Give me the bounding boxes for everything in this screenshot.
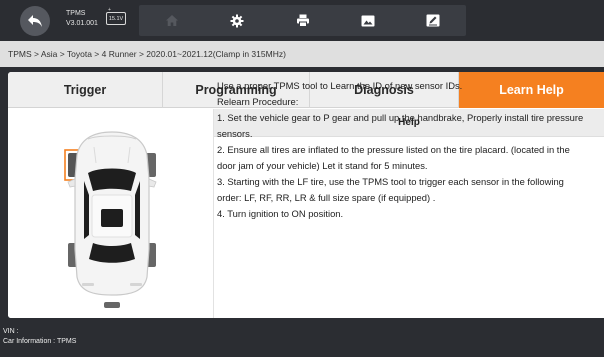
printer-icon	[296, 14, 309, 27]
edit-icon	[426, 14, 440, 27]
gear-icon	[230, 14, 244, 27]
back-icon	[28, 15, 42, 27]
help-line: Relearn Procedure:	[217, 96, 299, 107]
back-button[interactable]	[20, 6, 50, 36]
help-line: Use a proper TPMS tool to Learn the ID o…	[217, 80, 463, 91]
app-name: TPMS	[66, 10, 86, 17]
help-line: 3. Starting with the LF tire, use the TP…	[217, 176, 567, 203]
battery-voltage: 15.1V	[108, 15, 124, 22]
battery-indicator: + - 15.1V	[106, 7, 126, 25]
home-button[interactable]	[139, 5, 204, 36]
car-diagram-area	[8, 109, 214, 318]
tire-spare	[104, 302, 120, 308]
battery-poles: + -	[108, 7, 111, 16]
footer-info: VIN : Car Information : TPMS	[0, 318, 604, 357]
vin-label: VIN :	[3, 328, 19, 335]
help-line: 1. Set the vehicle gear to P gear and pu…	[217, 112, 586, 139]
help-line: 4. Turn ignition to ON position.	[217, 208, 344, 219]
screenshot-button[interactable]	[335, 5, 400, 36]
toolbar	[139, 5, 466, 36]
car-information-label: Car Information : TPMS	[3, 338, 77, 345]
app-version: V3.01.001	[66, 20, 98, 27]
app-title-block: TPMS V3.01.001	[66, 9, 98, 29]
breadcrumb: TPMS > Asia > Toyota > 4 Runner > 2020.0…	[0, 41, 604, 67]
top-bar: TPMS V3.01.001 + - 15.1V	[0, 0, 604, 41]
tab-trigger[interactable]: Trigger	[8, 72, 163, 108]
print-button[interactable]	[270, 5, 335, 36]
home-icon	[165, 15, 178, 26]
edit-button[interactable]	[401, 5, 466, 36]
settings-button[interactable]	[204, 5, 269, 36]
help-text: Use a proper TPMS tool to Learn the ID o…	[217, 78, 589, 222]
car-top-view-icon	[64, 131, 157, 308]
help-line: 2. Ensure all tires are inflated to the …	[217, 144, 573, 171]
image-icon	[361, 15, 375, 26]
